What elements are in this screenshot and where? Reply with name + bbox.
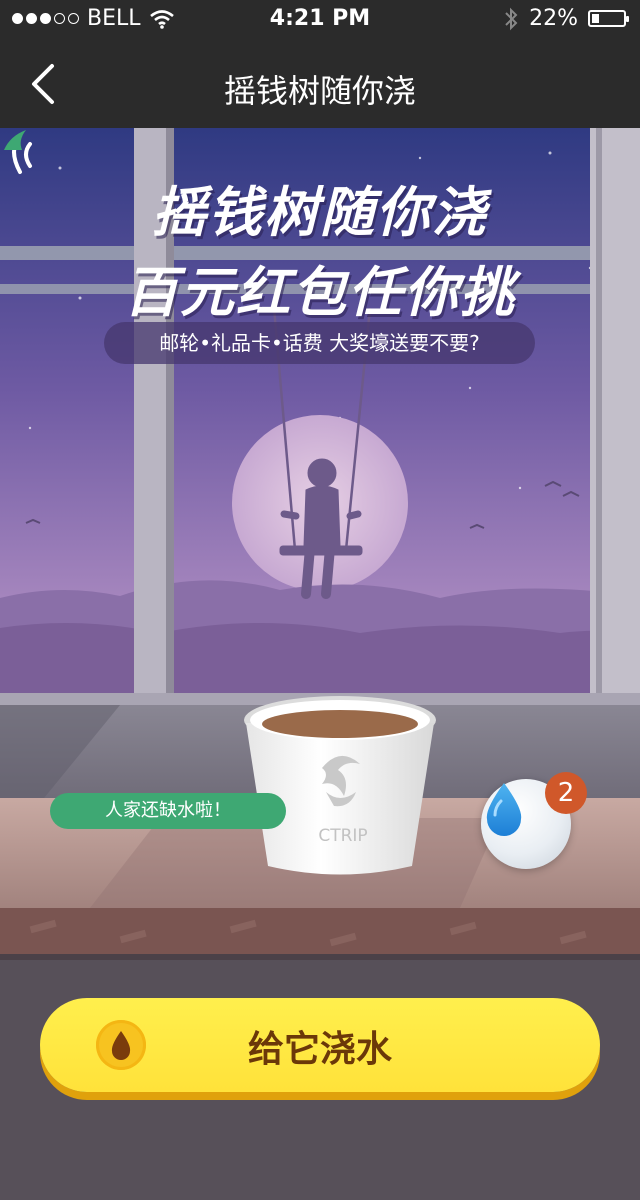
- bluetooth-icon: [505, 7, 518, 30]
- battery-icon: [588, 10, 629, 27]
- water-it-button-label: 给它浇水: [247, 1029, 392, 1070]
- status-bar: BELL 4:21 PM 22%: [0, 0, 640, 40]
- water-drop-icon: [486, 783, 522, 836]
- banner-subtitle: 邮轮•礼品卡•话费 大奖壕送要不要?: [104, 322, 535, 364]
- cup-brand: CTRIP: [318, 826, 368, 846]
- nav-title: 摇钱树随你浇: [223, 72, 416, 110]
- status-right: 22%: [503, 6, 629, 31]
- speech-bubble-tail: [4, 130, 26, 150]
- battery-fill: [592, 14, 599, 23]
- banner-title-line2: 百元红包任你挑: [124, 261, 516, 324]
- water-count-badge: 2: [545, 772, 587, 814]
- game-scene: 摇钱树随你浇 百元红包任你挑 邮轮•礼品卡•话费 大奖壕送要不要? CTRIP …: [0, 128, 640, 960]
- banner-title-line1: 摇钱树随你浇: [152, 181, 488, 244]
- water-it-button[interactable]: 给它浇水: [40, 998, 600, 1092]
- speech-bubble: 人家还缺水啦！: [50, 793, 286, 829]
- nav-bar: 摇钱树随你浇: [0, 40, 640, 128]
- ctrip-cup: [244, 696, 436, 875]
- battery-percent: 22%: [529, 6, 578, 31]
